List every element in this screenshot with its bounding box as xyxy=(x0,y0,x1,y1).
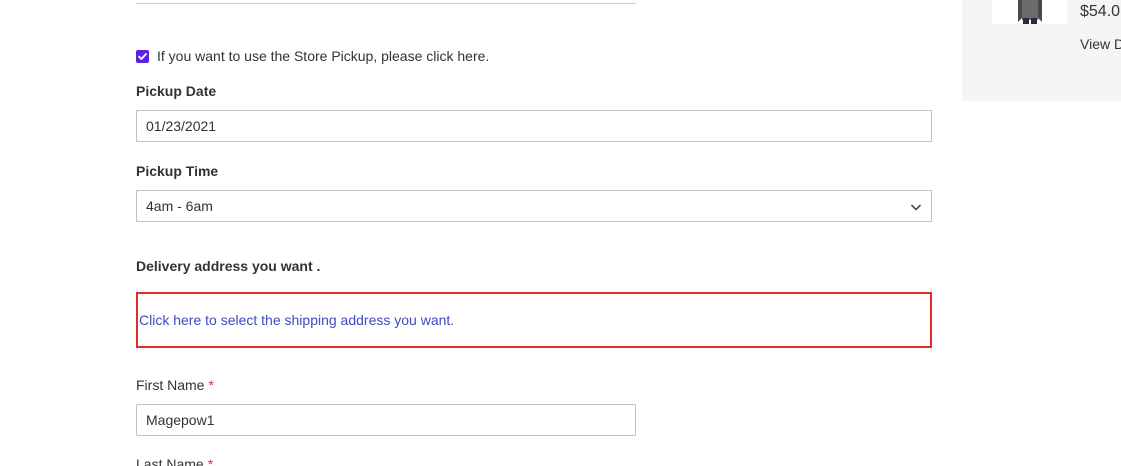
last-name-label-text: Last Name xyxy=(136,456,204,466)
order-summary-panel: $54.0 View D xyxy=(962,0,1121,101)
first-name-value: Magepow1 xyxy=(146,412,215,428)
first-name-input[interactable]: Magepow1 xyxy=(136,404,636,436)
store-pickup-row[interactable]: If you want to use the Store Pickup, ple… xyxy=(136,48,489,64)
shipping-address-select-box[interactable]: Click here to select the shipping addres… xyxy=(136,292,932,348)
pickup-date-value: 01/23/2021 xyxy=(146,118,217,134)
divider xyxy=(136,3,636,4)
chevron-down-icon xyxy=(911,204,921,211)
required-mark: * xyxy=(207,456,214,466)
view-details-link[interactable]: View D xyxy=(1080,36,1121,52)
first-name-label-text: First Name xyxy=(136,377,205,393)
pickup-time-label: Pickup Time xyxy=(136,163,219,179)
last-name-label: Last Name * xyxy=(136,456,213,466)
pickup-date-input[interactable]: 01/23/2021 xyxy=(136,110,932,142)
pickup-time-select[interactable]: 4am - 6am xyxy=(136,190,932,222)
store-pickup-checkbox[interactable] xyxy=(136,49,149,63)
required-mark: * xyxy=(208,377,214,393)
product-thumbnail[interactable] xyxy=(992,0,1067,24)
first-name-label: First Name * xyxy=(136,377,214,393)
select-shipping-address-link[interactable]: Click here to select the shipping addres… xyxy=(139,312,454,328)
pickup-date-label: Pickup Date xyxy=(136,83,217,99)
delivery-address-heading: Delivery address you want . xyxy=(136,258,321,274)
store-pickup-label[interactable]: If you want to use the Store Pickup, ple… xyxy=(157,48,489,64)
check-icon xyxy=(138,52,147,60)
product-image xyxy=(992,0,1067,24)
pickup-time-value: 4am - 6am xyxy=(146,198,213,214)
product-price: $54.0 xyxy=(1080,3,1121,20)
checkout-shipping-page: If you want to use the Store Pickup, ple… xyxy=(0,0,1121,466)
